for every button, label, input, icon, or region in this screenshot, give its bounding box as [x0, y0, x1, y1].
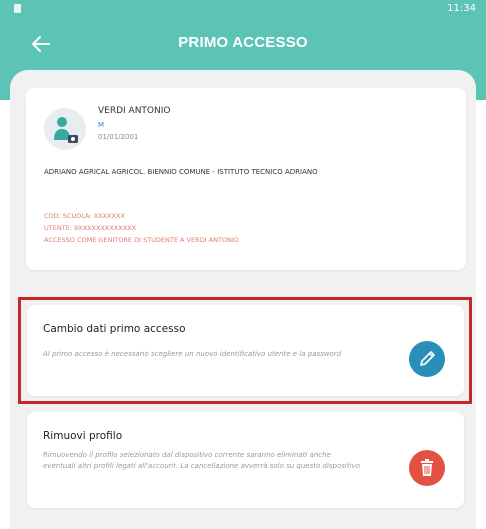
change-access-card[interactable]: Cambio dati primo accesso Al primo acces… — [27, 305, 464, 396]
profile-access: ACCESSO COME GENITORE DI STUDENTE A VERD… — [44, 236, 239, 244]
change-access-title: Cambio dati primo accesso — [43, 323, 186, 335]
status-time: 11:34 — [447, 3, 476, 14]
edit-pencil-icon — [420, 351, 435, 366]
change-access-description: Al primo accesso è necessario scegliere … — [43, 350, 342, 358]
delete-button[interactable] — [409, 450, 445, 486]
page-title: PRIMO ACCESSO — [178, 34, 308, 51]
profile-school: ADRIANO AGRICAL AGRICOL. BIENNIO COMUNE … — [44, 168, 318, 176]
profile-date: 01/01/2001 — [98, 133, 139, 141]
user-avatar-icon — [44, 108, 86, 150]
profile-user: UTENTE: 9XXXXXXXXXXXXX — [44, 224, 137, 232]
profile-badge: M — [98, 121, 105, 129]
edit-button[interactable] — [409, 341, 445, 377]
profile-name: VERDI ANTONIO — [98, 106, 171, 116]
profile-card: VERDI ANTONIO M 01/01/2001 ADRIANO AGRIC… — [26, 88, 466, 270]
notification-icon — [14, 4, 21, 13]
remove-profile-description: Rimuovendo il profilo selezionato dal di… — [43, 451, 360, 470]
status-bar: 11:34 — [0, 0, 486, 20]
profile-school-code: COD. SCUOLA: XXXXXXX — [44, 212, 125, 220]
remove-profile-card[interactable]: Rimuovi profilo Rimuovendo il profilo se… — [27, 412, 464, 508]
remove-profile-title: Rimuovi profilo — [43, 430, 123, 442]
trash-icon — [421, 459, 433, 476]
